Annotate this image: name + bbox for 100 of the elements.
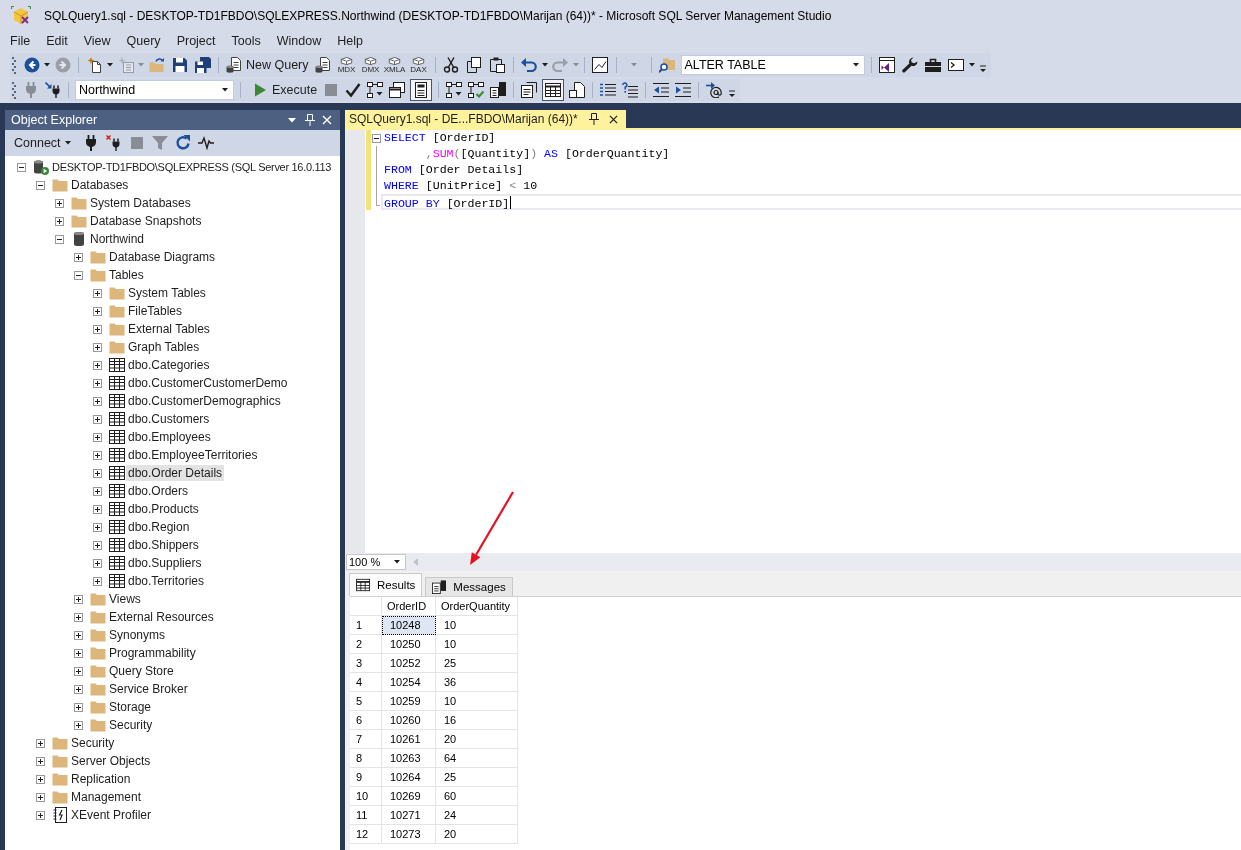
caret-icon[interactable] — [288, 117, 296, 123]
expand-icon[interactable] — [93, 396, 102, 406]
tree-item-label[interactable]: dbo.Shippers — [126, 537, 201, 553]
expand-icon[interactable] — [36, 738, 45, 748]
tree-item-label[interactable]: Storage — [107, 699, 154, 715]
pulse-icon[interactable] — [198, 135, 215, 151]
expand-icon[interactable] — [93, 342, 102, 352]
results-tab[interactable]: Results — [349, 573, 423, 596]
cut-icon[interactable] — [443, 57, 460, 73]
tree-item-label[interactable]: External Resources — [107, 609, 216, 625]
comment-lines-icon[interactable] — [600, 82, 617, 98]
tree-item-label[interactable]: Database Diagrams — [107, 249, 218, 265]
expand-icon[interactable] — [74, 594, 83, 604]
tree-item-label[interactable]: DESKTOP-TD1FBDO\SQLEXPRESS (SQL Server 16.0.113 — [50, 159, 334, 175]
uncomment-lines-icon[interactable] — [622, 82, 639, 98]
window-icon[interactable] — [879, 57, 896, 73]
expand-icon[interactable] — [93, 324, 102, 334]
tree-item-label[interactable]: dbo.Products — [126, 501, 201, 517]
menu-item[interactable]: Query — [118, 32, 169, 51]
expand-icon[interactable] — [74, 684, 83, 694]
grip-icon[interactable] — [12, 56, 16, 74]
tree-item-label[interactable]: Views — [107, 591, 143, 607]
toggle-button[interactable] — [410, 79, 433, 101]
query-type-button[interactable]: DMX — [358, 54, 383, 76]
expand-icon[interactable] — [74, 666, 83, 676]
toggle-button[interactable] — [542, 79, 565, 101]
tree-item-label[interactable]: Query Store — [107, 663, 176, 679]
save-all-icon[interactable] — [194, 57, 211, 73]
tree-item-label[interactable]: Security — [69, 735, 117, 751]
collapse-icon[interactable] — [74, 270, 83, 280]
expand-icon[interactable] — [93, 450, 102, 460]
collapse-icon[interactable] — [36, 180, 45, 190]
expand-icon[interactable] — [93, 432, 102, 442]
expand-icon[interactable] — [93, 378, 102, 388]
tree-item-label[interactable]: Tables — [107, 267, 146, 283]
tree-item-label[interactable]: dbo.Order Details — [126, 465, 225, 481]
query-type-button[interactable]: MDX — [334, 54, 359, 76]
flowchart-check-icon[interactable] — [468, 82, 485, 98]
windows-icon[interactable] — [389, 82, 406, 98]
expand-icon[interactable] — [93, 576, 102, 586]
caret-icon[interactable] — [541, 63, 548, 67]
menu-item[interactable]: Tools — [223, 32, 269, 51]
outdent-icon[interactable] — [653, 82, 670, 98]
text-document-icon[interactable] — [521, 82, 538, 98]
new-document-icon[interactable] — [86, 57, 103, 73]
tree-item-label[interactable]: dbo.Employees — [126, 429, 213, 445]
expand-icon[interactable] — [93, 486, 102, 496]
expand-icon[interactable] — [55, 198, 64, 208]
expand-icon[interactable] — [36, 774, 45, 784]
tree-item-label[interactable]: Graph Tables — [126, 339, 202, 355]
expand-icon[interactable] — [74, 702, 83, 712]
new-query-button[interactable]: New Query — [223, 54, 312, 76]
flowchart-icon[interactable] — [446, 82, 463, 98]
menu-item[interactable]: View — [75, 32, 119, 51]
tree-item-label[interactable]: XEvent Profiler — [69, 807, 154, 823]
query-type-button[interactable]: DAX — [406, 54, 431, 76]
database-dropdown[interactable]: Northwind — [75, 80, 234, 100]
execute-button[interactable]: Execute — [249, 79, 321, 101]
terminal-icon[interactable] — [948, 57, 965, 73]
query-type-button[interactable]: XMLA — [382, 54, 407, 76]
wrench-icon[interactable] — [902, 57, 919, 73]
undo-icon[interactable] — [521, 57, 538, 73]
menu-item[interactable]: Help — [329, 32, 371, 51]
device-icon[interactable] — [490, 82, 507, 98]
menu-item[interactable]: Edit — [38, 32, 76, 51]
plug-x-icon[interactable] — [106, 135, 123, 151]
copy-icon[interactable] — [466, 57, 483, 73]
expand-icon[interactable] — [93, 288, 102, 298]
caret-icon[interactable] — [968, 63, 975, 67]
expand-icon[interactable] — [36, 810, 45, 820]
expand-icon[interactable] — [93, 306, 102, 316]
tree-item-label[interactable]: Service Broker — [107, 681, 190, 697]
document-tab[interactable]: SQLQuery1.sql - DE...FBDO\Marijan (64))* — [345, 110, 626, 128]
open-folder-icon[interactable] — [148, 57, 165, 73]
caret-icon[interactable] — [394, 560, 400, 564]
database-query-icon[interactable] — [315, 57, 332, 73]
overflow-icon[interactable] — [728, 90, 737, 98]
tree-item-label[interactable]: Server Objects — [69, 753, 153, 769]
checkmark-icon[interactable] — [345, 82, 362, 98]
tree-item-label[interactable]: System Tables — [126, 285, 208, 301]
collapse-icon[interactable] — [55, 234, 64, 244]
paste-icon[interactable] — [489, 57, 506, 73]
expand-icon[interactable] — [36, 756, 45, 766]
expand-icon[interactable] — [93, 558, 102, 568]
flowchart-icon[interactable] — [367, 82, 384, 98]
tree-item-label[interactable]: dbo.Orders — [126, 483, 191, 499]
configuration-dropdown[interactable]: ALTER TABLE — [680, 55, 865, 75]
tree-item-label[interactable]: FileTables — [126, 303, 185, 319]
tree-item-label[interactable]: External Tables — [126, 321, 212, 337]
indent-icon[interactable] — [675, 82, 692, 98]
caret-icon[interactable] — [222, 88, 228, 92]
pin-icon[interactable] — [588, 113, 599, 125]
overflow-icon[interactable] — [978, 65, 987, 73]
tree-item-label[interactable]: dbo.Customers — [126, 411, 212, 427]
tree-item-label[interactable]: dbo.Categories — [126, 357, 212, 373]
expand-icon[interactable] — [93, 414, 102, 424]
file-icon[interactable] — [569, 82, 586, 98]
toolbox-icon[interactable] — [925, 57, 942, 73]
tree-item-label[interactable]: Database Snapshots — [88, 213, 204, 229]
tree-item-label[interactable]: dbo.CustomerDemographics — [126, 393, 283, 409]
